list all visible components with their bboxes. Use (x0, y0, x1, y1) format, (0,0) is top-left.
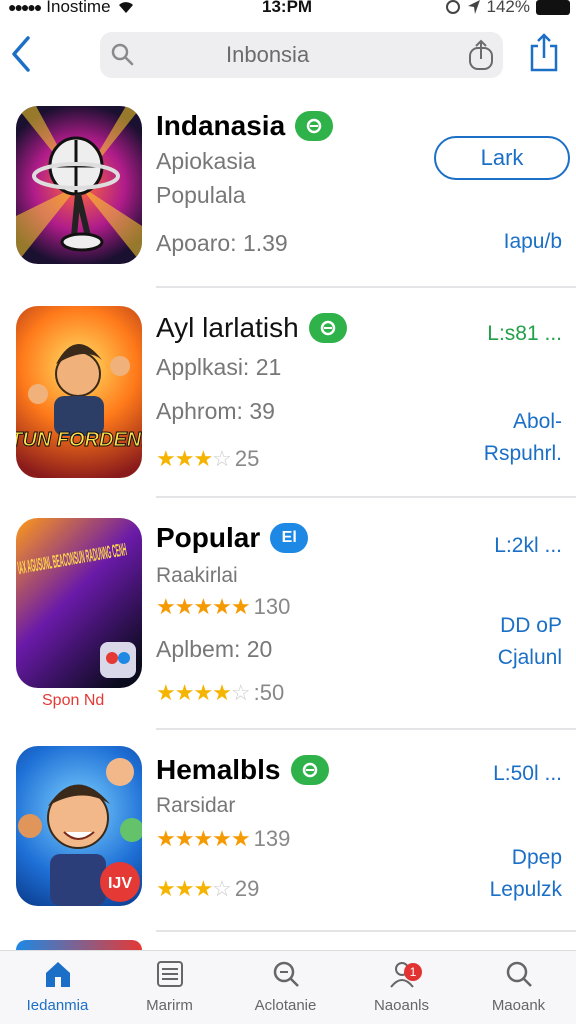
battery-percent: 142% (486, 0, 530, 16)
rating-stars: ★★★★☆:50 (156, 680, 284, 706)
app-sponsor-label: Spon Nd (42, 692, 105, 709)
rating-count: 130 (253, 594, 291, 619)
signal-icon: ●●●●● (8, 0, 42, 15)
rating-stars: ★★★★★ 130 (156, 594, 290, 620)
divider (156, 930, 576, 932)
rating-count: :50 (253, 680, 285, 705)
app-category: Rarsidar (156, 794, 236, 817)
tab-bar: Iedanmia Marirm Aclotanie 1 Naoanls Maoa… (0, 950, 576, 1024)
app-icon: IJV (16, 746, 142, 906)
stars-filled: ★★★ (156, 876, 213, 901)
star-half-icon: ☆ (212, 446, 232, 471)
tab-search[interactable]: Aclotanie (228, 959, 343, 1014)
star-half-icon: ☆ (212, 876, 232, 901)
battery-icon (536, 0, 570, 15)
app-title-text: Ayl larlatish (156, 312, 299, 343)
stars-filled: ★★★★★ (156, 594, 251, 619)
verified-badge-icon (308, 313, 347, 343)
app-title-text: Hemalbls (156, 754, 281, 785)
app-size: L:50l ... (493, 762, 562, 785)
app-version: Aphrom: 39 (156, 398, 275, 424)
status-bar: ●●●●● Inostime 13:PM 142% (0, 0, 576, 20)
tab-label: Iedanmia (26, 997, 89, 1014)
rating-count: 25 (234, 446, 260, 471)
info-badge: El (270, 523, 309, 553)
alarm-icon (445, 0, 460, 14)
tab-list[interactable]: Marirm (112, 959, 227, 1014)
carrier-name: Inostime (46, 0, 111, 16)
home-icon (45, 962, 70, 987)
tab-search-2[interactable]: Maoank (461, 959, 576, 1014)
search-field[interactable]: Inbonsia (100, 32, 503, 78)
app-title-text: Indanasia (156, 110, 286, 141)
app-title: Indanasia (156, 110, 334, 142)
icon-caption: TUN FORDEN! (16, 429, 142, 451)
rating-stars: ★★★☆ 25 (156, 446, 259, 472)
stars-filled: ★★★★★ (156, 826, 251, 851)
app-size: L:s81 ... (487, 322, 562, 345)
get-button[interactable]: Lark (434, 136, 570, 180)
app-icon: TUN FORDEN! (16, 306, 142, 478)
notification-badge: 1 (404, 963, 422, 981)
wifi-icon (118, 2, 133, 14)
app-category: Applkasi: 21 (156, 354, 282, 380)
stars-filled: ★★★ (156, 446, 213, 471)
app-link-line1: Dpep (511, 846, 562, 869)
stars-filled: ★★★★ (156, 680, 232, 705)
app-version: Apoaro: 1.39 (156, 230, 288, 256)
app-link[interactable]: Abol- Rspuhrl. (484, 406, 562, 469)
tab-label: Maoank (491, 997, 546, 1014)
back-chevron-icon[interactable] (8, 34, 34, 74)
app-title: Popular El (156, 522, 309, 554)
app-link[interactable]: Dpep Lepulzk (490, 842, 562, 905)
rating-count: 139 (253, 826, 291, 851)
share-icon[interactable] (467, 39, 495, 71)
location-icon (467, 0, 480, 14)
app-title-text: Popular (156, 522, 261, 553)
tab-label: Marirm (146, 997, 193, 1014)
app-category: Raakirlai (156, 564, 238, 587)
search-icon (506, 961, 532, 987)
rating-count: 29 (234, 876, 260, 901)
tab-label: Naoanls (373, 997, 430, 1014)
rating-stars: ★★★☆ 29 (156, 876, 259, 902)
search-icon (273, 961, 299, 987)
verified-badge-icon (290, 755, 329, 785)
app-link-line2: Cjalunl (497, 645, 562, 669)
share-button-icon[interactable] (528, 32, 560, 72)
search-query: Inbonsia (226, 42, 310, 67)
star-empty-icon: ☆ (230, 680, 251, 705)
divider (156, 286, 576, 288)
app-icon: IAX AGUSUNL BEACONSUN RADUNNG CENH (16, 518, 142, 688)
app-link-line1: DD oP (500, 614, 562, 637)
tab-label: Aclotanie (254, 997, 317, 1014)
tab-profile[interactable]: 1 Naoanls (344, 959, 459, 1014)
icon-caption: IAX AGUSUNL BEACONSUN RADUNNG CENH (16, 539, 128, 578)
app-link-line2: Lepulzk (489, 877, 562, 901)
app-icon (16, 106, 142, 264)
icon-caption: IJV (108, 875, 132, 892)
app-subtitle: Populala (156, 182, 246, 208)
app-link[interactable]: DD oP Cjalunl (498, 610, 562, 673)
app-link-line1: Abol- (512, 410, 562, 433)
list-icon (156, 961, 183, 987)
app-link[interactable]: Iapu/b (504, 226, 562, 258)
search-icon (111, 43, 134, 66)
rating-stars: ★★★★★ 139 (156, 826, 290, 852)
app-link-line2: Rspuhrl. (483, 441, 562, 465)
app-size: L:2kl ... (494, 534, 562, 557)
app-title: Ayl larlatish (156, 312, 347, 344)
app-title: Hemalbls (156, 754, 329, 786)
app-version: Aplbem: 20 (156, 636, 273, 662)
divider (156, 496, 576, 498)
divider (156, 728, 576, 730)
verified-badge-icon (295, 111, 334, 141)
status-time: 13:PM (262, 0, 313, 16)
app-category: Apiokasia (156, 148, 256, 174)
tab-home[interactable]: Iedanmia (0, 959, 115, 1014)
